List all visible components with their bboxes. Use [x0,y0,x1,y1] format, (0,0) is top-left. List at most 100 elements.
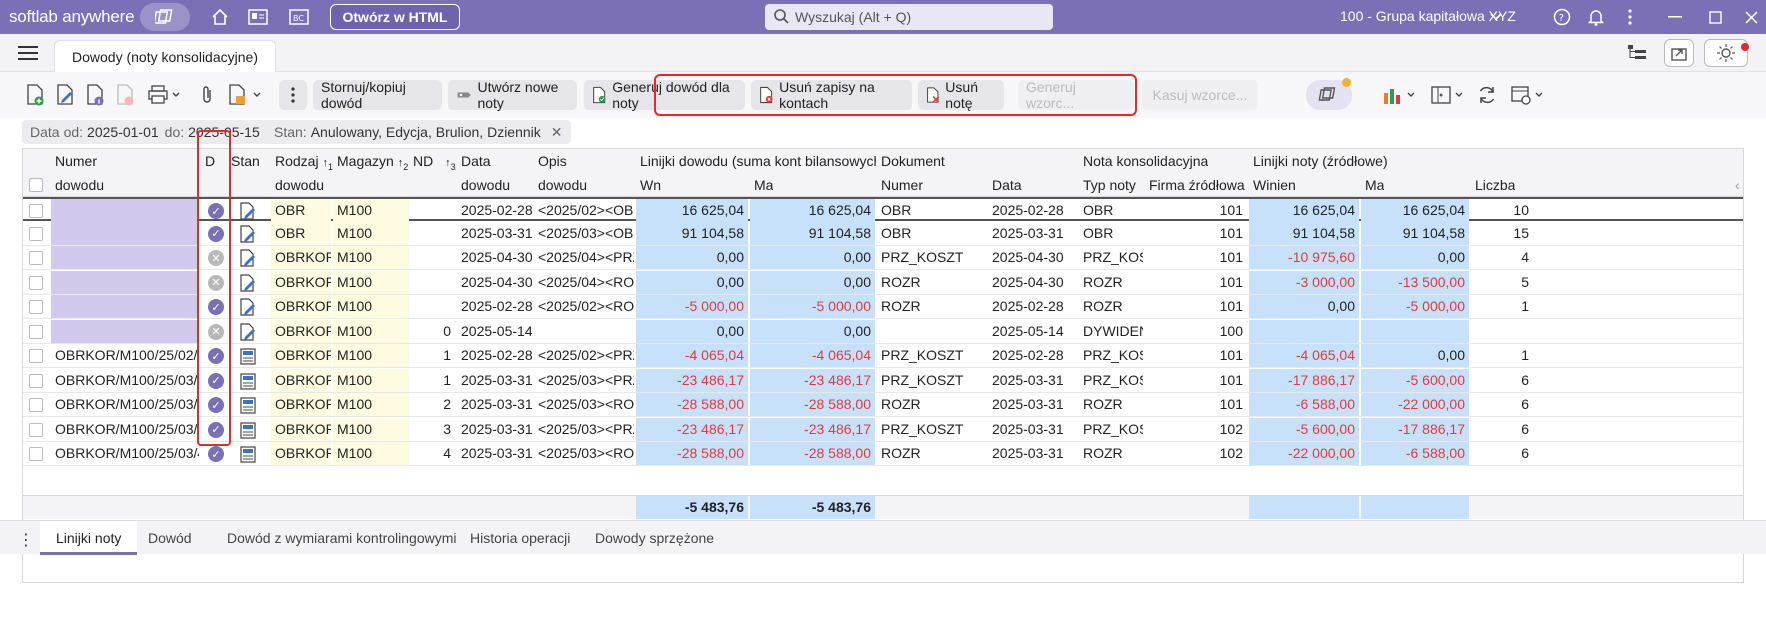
tab-linijki-noty[interactable]: Linijki noty [40,521,138,555]
document-stamp-icon[interactable] [224,80,264,110]
col-winien-header[interactable]: Winien [1249,173,1296,197]
tab-dowod-wymiary[interactable]: Dowód z wymiarami kontrolingowymi [211,521,473,555]
table-row[interactable]: OBRKOR/M100/25/03/2 OBRKOR M100 2 2025-03-31… [23,393,1743,417]
scroll-left-icon[interactable]: ‹ [1731,173,1740,197]
workspace-switch-icon[interactable] [140,3,190,31]
row-checkbox[interactable] [29,373,43,388]
col-wn-header[interactable]: Wn [636,173,661,197]
filter-bar: Data od: 2025-01-01 do: 2025-05-15 ✕ Sta… [0,118,1766,148]
add-document-icon[interactable] [22,80,48,110]
col-nd-header[interactable]: ND ↑3 [409,149,457,173]
print-icon[interactable] [144,80,184,110]
theme-toggle-icon[interactable] [1704,39,1749,67]
row-checkbox[interactable] [29,300,43,314]
bell-icon[interactable] [1584,5,1608,29]
cell-dok-data: 2025-02-28 [992,347,1064,363]
col-firma-header[interactable]: Firma źródłowa [1145,173,1245,197]
edit-document-icon[interactable] [52,80,78,110]
chart-icon[interactable] [1380,80,1420,110]
cell-nma: 0,00 [1361,246,1469,269]
home-icon[interactable] [208,5,232,29]
row-checkbox[interactable] [29,447,43,461]
contact-card-icon[interactable] [246,5,270,29]
cell-ma: -23 486,17 [750,368,875,392]
highlight-frame-d-column [197,130,231,446]
col-stan-header[interactable]: Stan [227,149,260,173]
utworz-nowe-noty-button[interactable]: Utwórz nowe noty [448,79,577,111]
select-all-checkbox[interactable] [29,178,43,192]
cell-rodzaj: OBRKOR [271,442,331,465]
col-noty-ma-header[interactable]: Ma [1361,173,1384,197]
cell-winien: -6 588,00 [1249,393,1359,416]
table-row[interactable]: OBRKORM1002025-04-30<2025/04><PRZ_0,000,… [23,246,1743,270]
tab-dowody-sprzezone[interactable]: Dowody sprzężone [579,521,730,555]
more-vertical-icon[interactable]: ⋮ [18,530,34,550]
col-rodzaj-label: Rodzaj [275,153,319,169]
more-actions-icon[interactable] [279,80,307,110]
attachment-icon[interactable] [194,80,220,110]
layout-icon[interactable] [1428,80,1468,110]
col-dok-numer-header[interactable]: Numer [877,173,923,197]
col-typ-noty-header[interactable]: Typ noty [1079,173,1136,197]
cell-ma: 0,00 [750,246,875,269]
row-checkbox[interactable] [29,204,43,218]
row-checkbox[interactable] [29,251,43,265]
col-ma-header[interactable]: Ma [750,173,773,197]
cell-dok-data: 2025-02-28 [992,298,1064,314]
col-opis-header[interactable]: Opis [534,149,567,173]
table-row[interactable]: OBRKOR M100 0 2025-05-14 0,00 0,00 2025-05-14 D… [23,319,1743,344]
more-vertical-icon[interactable] [1618,5,1642,29]
remove-stan-filter-icon[interactable]: ✕ [551,124,563,141]
table-row[interactable]: OBRKORM1002025-04-30<2025/04><ROZI0,000,… [23,270,1743,295]
col-liczba-header[interactable]: Liczba [1471,173,1515,197]
cell-dok-numer [877,320,986,343]
col-magazyn-header[interactable]: Magazyn ↑2 [333,149,409,173]
row-checkbox[interactable] [29,275,43,290]
col-opis-sub: dowodu [538,177,588,193]
col-numer-header[interactable]: Numer [51,149,97,173]
col-nd-label: ND [413,153,434,169]
stan-filter-chip[interactable]: Stan: Anulowany, Edycja, Brulion, Dzienn… [266,120,571,144]
settings-icon[interactable] [1508,80,1548,110]
cell-wn: -23 486,17 [636,368,748,392]
bc-icon[interactable]: BC [287,5,311,29]
menu-icon[interactable] [18,46,38,60]
tab-dowod[interactable]: Dowód [132,521,208,555]
help-icon[interactable]: ? [1550,5,1574,29]
tree-view-icon[interactable] [1622,39,1652,67]
row-checkbox[interactable] [29,398,43,412]
row-checkbox[interactable] [29,349,43,363]
minimize-icon[interactable] [1660,5,1690,29]
col-dok-data-header[interactable]: Data [988,173,1022,197]
tab-historia-operacji[interactable]: Historia operacji [454,521,586,555]
table-row[interactable]: OBRKOR/M100/25/03/1 OBRKOR M100 1 2025-03-31… [23,368,1743,393]
cube-view-icon[interactable] [1306,78,1352,110]
col-rodzaj-header[interactable]: Rodzaj ↑1 [271,149,333,173]
table-row[interactable]: OBRKOR/M100/25/03/3 OBRKOR M100 3 2025-03-31… [23,417,1743,442]
maximize-icon[interactable] [1700,5,1730,29]
col-nd-sort-order: 3 [450,161,456,172]
close-icon[interactable] [1736,5,1766,29]
cell-liczba: 15 [1513,224,1529,241]
col-dokument-group: Dokument [881,153,945,169]
refresh-icon[interactable] [1474,80,1500,110]
table-row[interactable]: OBRKORM1002025-02-28<2025/02><ROZI-5 000… [23,295,1743,319]
date-filter-chip[interactable]: Data od: 2025-01-01 do: 2025-05-15 ✕ [22,120,290,144]
col-data-header[interactable]: Data [457,149,491,173]
stornuj-kopiuj-button[interactable]: Stornuj/kopiuj dowód [313,79,442,111]
document-info-icon[interactable] [82,80,108,110]
table-row[interactable]: OBRKOR/M100/25/02/1 OBRKOR M100 1 2025-02-28… [23,344,1743,368]
cell-typ: ROZR [1083,298,1123,314]
table-row[interactable]: OBRM1002025-03-31<2025/03><OBR>91 104,58… [23,221,1743,246]
notification-dot [1741,43,1749,51]
search-input[interactable]: Wyszukaj (Alt + Q) [765,4,1053,30]
row-checkbox[interactable] [29,226,43,241]
table-row[interactable]: OBRKOR/M100/25/03/4 OBRKOR M100 4 2025-03-31… [23,442,1743,466]
open-in-html-button[interactable]: Otwórz w HTML [330,4,460,30]
tab-dowody[interactable]: Dowody (noty konsolidacyjne) [54,40,276,72]
row-checkbox[interactable] [29,422,43,437]
chevron-down-icon[interactable] [1484,5,1508,29]
row-checkbox[interactable] [29,324,43,339]
table-row[interactable]: OBRM1002025-02-28<2025/02><OBR>16 625,04… [23,197,1743,222]
share-icon[interactable] [1664,39,1694,67]
